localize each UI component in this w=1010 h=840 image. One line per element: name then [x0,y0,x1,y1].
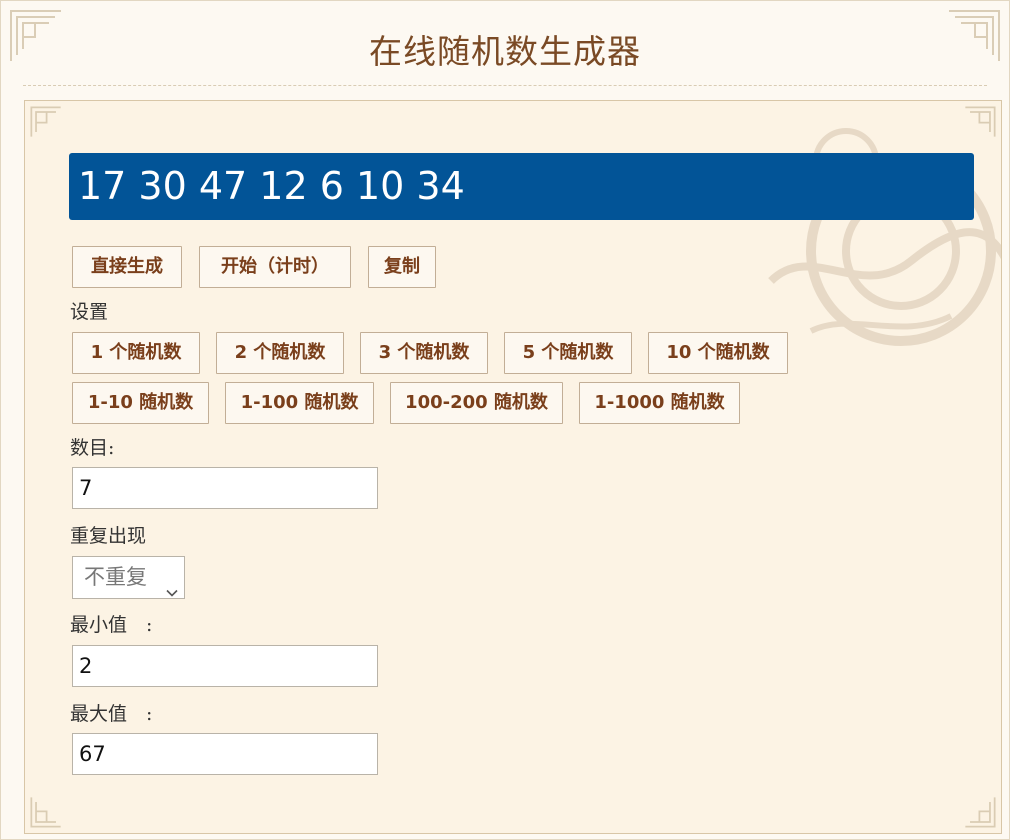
count-label: 数目: [70,437,115,459]
preset-count-3-button[interactable]: 3 个随机数 [360,332,488,374]
preset-count-5-button[interactable]: 5 个随机数 [504,332,632,374]
repeat-select-value: 不重复 [84,565,147,589]
page: 在线随机数生成器 17 30 47 12 6 10 34 直接生成 开始（计时）… [0,0,1010,840]
generator-panel: 17 30 47 12 6 10 34 直接生成 开始（计时） 复制 设置 1 … [24,100,1002,834]
max-input[interactable]: 67 [72,733,378,775]
generate-button[interactable]: 直接生成 [72,246,182,288]
corner-ornament-icon [963,795,997,829]
max-label: 最大值 : [70,703,153,725]
count-input[interactable]: 7 [72,467,378,509]
chevron-down-icon [166,572,178,597]
start-timer-button[interactable]: 开始（计时） [199,246,351,288]
preset-range-1-10-button[interactable]: 1-10 随机数 [72,382,209,424]
page-header: 在线随机数生成器 [23,9,987,86]
preset-range-1-100-button[interactable]: 1-100 随机数 [225,382,374,424]
preset-range-100-200-button[interactable]: 100-200 随机数 [390,382,563,424]
min-label: 最小值 : [70,614,153,636]
repeat-label: 重复出现 [70,525,147,547]
preset-range-1-1000-button[interactable]: 1-1000 随机数 [579,382,740,424]
repeat-select[interactable]: 不重复 [72,556,185,599]
preset-count-1-button[interactable]: 1 个随机数 [72,332,200,374]
numbers-swirl-decoration-icon [751,101,1001,361]
preset-count-2-button[interactable]: 2 个随机数 [216,332,344,374]
random-number-output: 17 30 47 12 6 10 34 [69,153,974,220]
page-title: 在线随机数生成器 [369,32,641,71]
corner-ornament-icon [29,105,63,139]
settings-heading: 设置 [70,301,109,323]
preset-count-10-button[interactable]: 10 个随机数 [648,332,788,374]
min-input[interactable]: 2 [72,645,378,687]
copy-button[interactable]: 复制 [368,246,436,288]
corner-ornament-icon [29,795,63,829]
